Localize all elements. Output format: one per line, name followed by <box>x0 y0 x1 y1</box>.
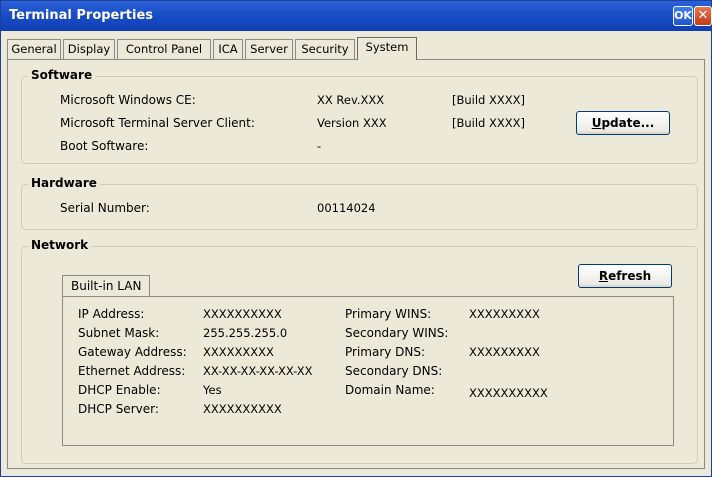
tab-security[interactable]: Security <box>295 39 355 59</box>
secondary-dns-label: Secondary DNS: <box>345 364 443 378</box>
dhcp-enable-value: Yes <box>203 383 222 397</box>
tab-display[interactable]: Display <box>63 39 115 59</box>
tab-control-panel[interactable]: Control Panel <box>117 39 211 59</box>
update-button-mnemonic: U <box>591 116 602 130</box>
update-button[interactable]: Update... <box>576 111 670 135</box>
hardware-group-title: Hardware <box>28 176 100 190</box>
windows-ce-build: [Build XXXX] <box>452 93 526 107</box>
boot-software-label: Boot Software: <box>60 139 149 153</box>
secondary-wins-label: Secondary WINS: <box>345 326 449 340</box>
tab-general[interactable]: General <box>7 39 61 59</box>
close-button[interactable]: ✕ <box>694 6 712 26</box>
tab-built-in-lan[interactable]: Built-in LAN <box>62 275 151 297</box>
built-in-lan-panel: IP Address: XXXXXXXXXX Subnet Mask: 255.… <box>62 296 674 446</box>
update-button-label: pdate... <box>601 116 655 130</box>
ok-button[interactable]: OK <box>673 6 693 26</box>
subnet-mask-label: Subnet Mask: <box>78 326 160 340</box>
refresh-button-label: efresh <box>608 269 652 283</box>
primary-wins-label: Primary WINS: <box>345 307 432 321</box>
tab-server[interactable]: Server <box>245 39 293 59</box>
domain-name-label: Domain Name: <box>345 383 435 397</box>
software-group-title: Software <box>28 68 96 82</box>
ip-address-label: IP Address: <box>78 307 145 321</box>
network-group-title: Network <box>28 238 92 252</box>
primary-wins-value: XXXXXXXXX <box>469 307 540 321</box>
hardware-group: Hardware Serial Number: 00114024 <box>21 176 698 230</box>
refresh-button[interactable]: Refresh <box>578 264 672 288</box>
windows-ce-version: XX Rev.XXX <box>317 93 385 107</box>
ip-address-value: XXXXXXXXXX <box>203 307 282 321</box>
ethernet-address-value: XX-XX-XX-XX-XX-XX <box>203 364 313 378</box>
system-tab-panel: Software Microsoft Windows CE: XX Rev.XX… <box>7 59 705 469</box>
boot-software-version: - <box>317 139 322 153</box>
refresh-button-mnemonic: R <box>598 269 609 283</box>
software-group: Software Microsoft Windows CE: XX Rev.XX… <box>21 68 698 164</box>
gateway-address-label: Gateway Address: <box>78 345 187 359</box>
serial-number-label: Serial Number: <box>60 201 150 215</box>
windows-ce-label: Microsoft Windows CE: <box>60 93 196 107</box>
ts-client-label: Microsoft Terminal Server Client: <box>60 116 255 130</box>
serial-number-value: 00114024 <box>317 201 376 215</box>
gateway-address-value: XXXXXXXXX <box>203 345 274 359</box>
domain-name-value: XXXXXXXXXX <box>469 386 548 400</box>
subnet-mask-value: 255.255.255.0 <box>203 326 288 340</box>
window-title: Terminal Properties <box>9 8 154 23</box>
primary-dns-label: Primary DNS: <box>345 345 426 359</box>
dhcp-server-label: DHCP Server: <box>78 402 159 416</box>
primary-dns-value: XXXXXXXXX <box>469 345 540 359</box>
network-group: Network Built-in LAN Refresh IP Address:… <box>21 238 698 464</box>
dhcp-enable-label: DHCP Enable: <box>78 383 161 397</box>
tab-system[interactable]: System <box>357 37 417 60</box>
ethernet-address-label: Ethernet Address: <box>78 364 186 378</box>
title-bar[interactable]: Terminal Properties OK ✕ <box>1 1 712 31</box>
terminal-properties-window: Terminal Properties OK ✕ General Display… <box>0 0 712 477</box>
tab-ica[interactable]: ICA <box>213 39 243 59</box>
dhcp-server-value: XXXXXXXXXX <box>203 402 282 416</box>
ts-client-build: [Build XXXX] <box>452 116 526 130</box>
ts-client-version: Version XXX <box>317 116 387 130</box>
